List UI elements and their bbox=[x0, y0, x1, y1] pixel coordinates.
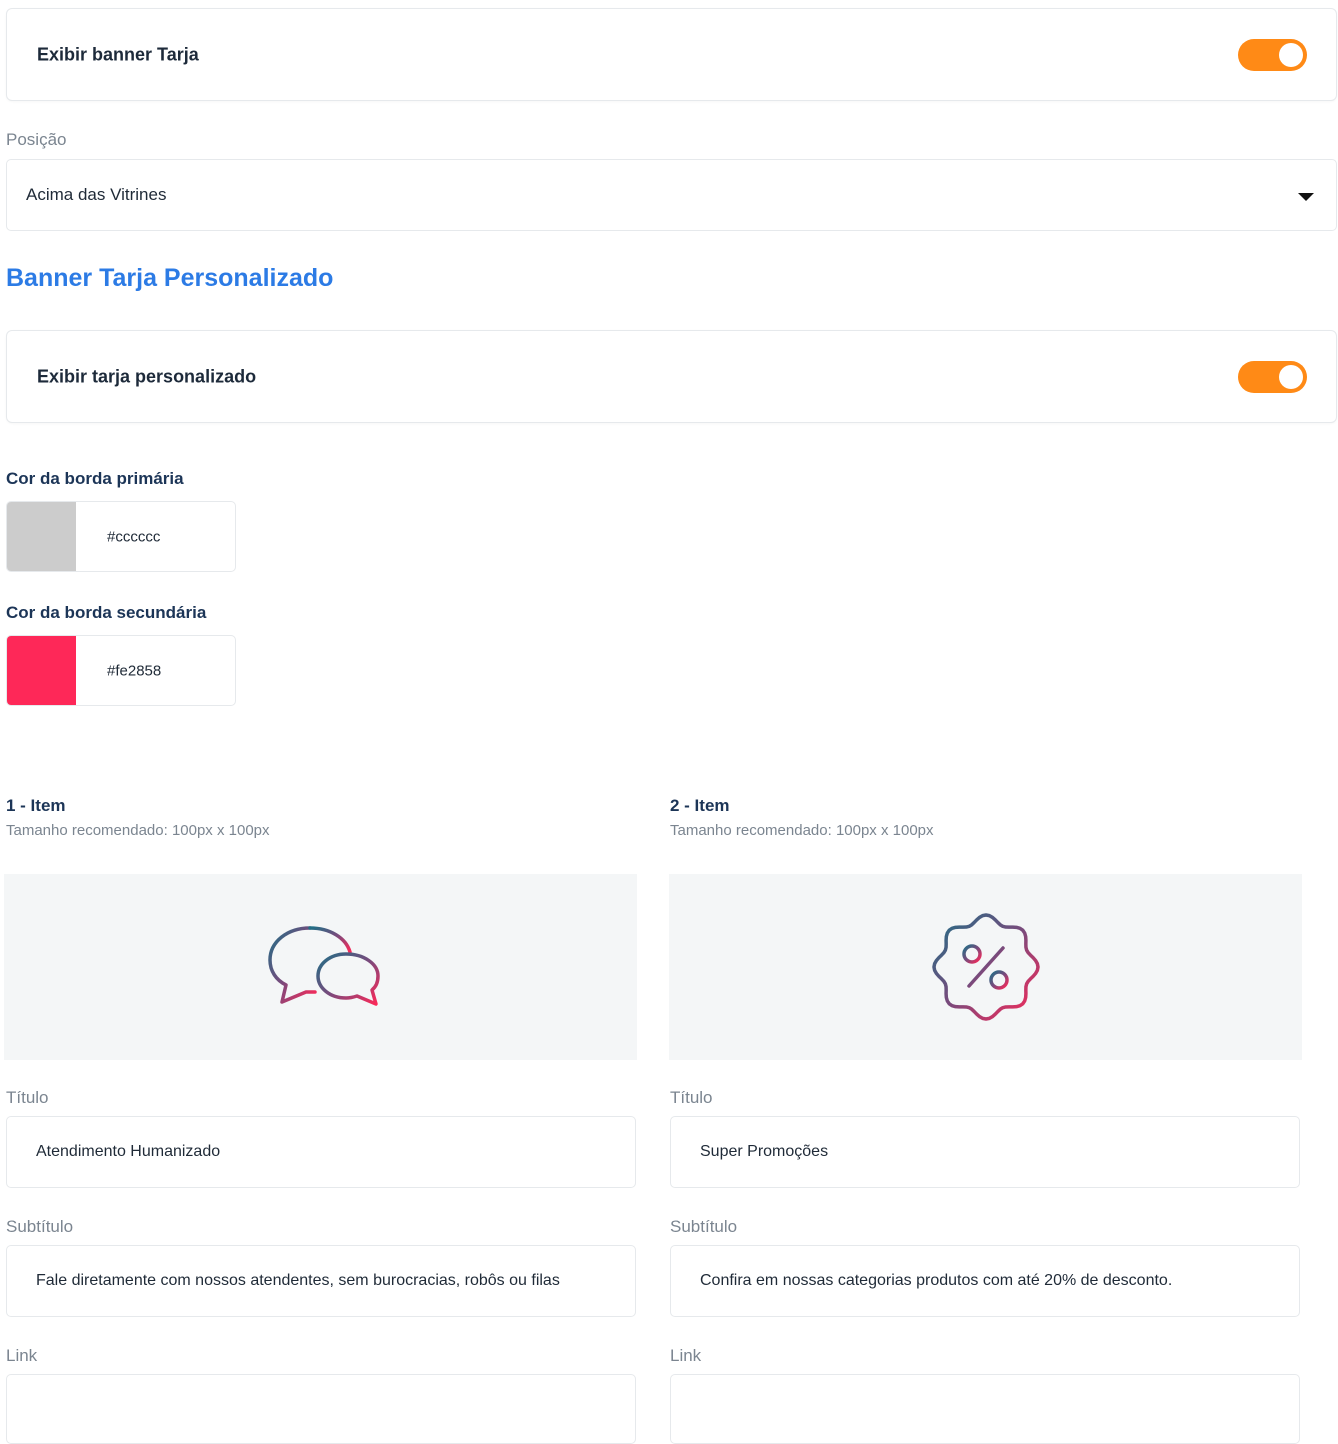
custom-toggle-label: Exibir tarja personalizado bbox=[37, 366, 257, 386]
item-1-link-label: Link bbox=[6, 1346, 38, 1365]
item-1-size-hint: Tamanho recomendado: 100px x 100px bbox=[6, 822, 270, 839]
secondary-color-hex[interactable]: #fe2858 bbox=[107, 662, 161, 679]
item-2-size-hint: Tamanho recomendado: 100px x 100px bbox=[670, 822, 934, 839]
banner-toggle-switch[interactable] bbox=[1238, 38, 1307, 71]
item-2-title: 2 - Item bbox=[670, 796, 730, 815]
item-2-titulo-label: Título bbox=[670, 1088, 713, 1107]
item-1-subtitulo-label: Subtítulo bbox=[6, 1217, 74, 1236]
toggle-knob bbox=[1279, 364, 1303, 389]
item-1-subtitulo-input[interactable]: Fale diretamente com nossos atendentes, … bbox=[6, 1245, 636, 1317]
primary-color-hex[interactable]: #cccccc bbox=[107, 528, 160, 545]
item-1-titulo-label: Título bbox=[6, 1088, 49, 1107]
chat-bubbles-icon bbox=[268, 926, 380, 1006]
position-select[interactable]: Acima das Vitrines bbox=[6, 159, 1337, 231]
caret-down-icon bbox=[1298, 193, 1314, 201]
item-1-link-input[interactable] bbox=[6, 1374, 636, 1444]
custom-toggle-card: Exibir tarja personalizado bbox=[6, 330, 1337, 423]
primary-color-label: Cor da borda primária bbox=[6, 469, 184, 488]
discount-badge-icon bbox=[932, 913, 1040, 1021]
primary-color-picker: #cccccc bbox=[6, 501, 236, 572]
item-2-link-input[interactable] bbox=[670, 1374, 1300, 1444]
toggle-knob bbox=[1279, 42, 1303, 67]
section-title: Banner Tarja Personalizado bbox=[6, 264, 334, 292]
item-2-image-upload[interactable] bbox=[669, 874, 1302, 1060]
item-2-subtitulo-input[interactable]: Confira em nossas categorias produtos co… bbox=[670, 1245, 1300, 1317]
item-2-titulo-input[interactable]: Super Promoções bbox=[670, 1116, 1300, 1188]
position-label: Posição bbox=[6, 130, 67, 149]
item-2-link-label: Link bbox=[670, 1346, 702, 1365]
item-1-title: 1 - Item bbox=[6, 796, 66, 815]
item-2-subtitulo-label: Subtítulo bbox=[670, 1217, 738, 1236]
banner-toggle-label: Exibir banner Tarja bbox=[37, 44, 199, 64]
secondary-color-label: Cor da borda secundária bbox=[6, 603, 207, 622]
primary-color-swatch[interactable] bbox=[7, 502, 76, 571]
item-1-titulo-input[interactable]: Atendimento Humanizado bbox=[6, 1116, 636, 1188]
custom-toggle-switch[interactable] bbox=[1238, 360, 1307, 393]
secondary-color-swatch[interactable] bbox=[7, 636, 76, 705]
banner-toggle-card: Exibir banner Tarja bbox=[6, 8, 1337, 101]
position-select-value: Acima das Vitrines bbox=[26, 185, 167, 204]
item-1-image-upload[interactable] bbox=[4, 874, 637, 1060]
secondary-color-picker: #fe2858 bbox=[6, 635, 236, 706]
